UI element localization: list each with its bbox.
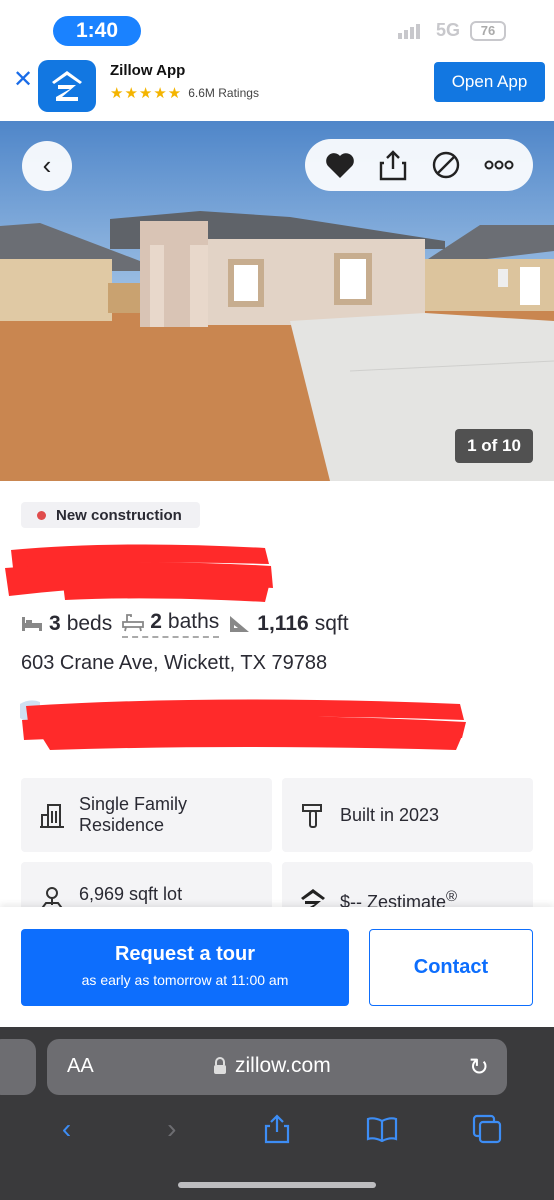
home-facts: 3 beds 2 baths 1,116 sqft bbox=[21, 610, 359, 638]
battery-level: 76 bbox=[480, 23, 496, 38]
back-arrow-icon[interactable]: ‹ bbox=[47, 1109, 87, 1149]
feature-home-type: Single Family Residence bbox=[21, 778, 272, 852]
badge-label: New construction bbox=[56, 506, 182, 524]
sqft-value: 1,116 bbox=[257, 612, 309, 635]
text-size-button[interactable]: AA bbox=[67, 1055, 94, 1078]
contact-button[interactable]: Contact bbox=[369, 929, 533, 1006]
url-bar[interactable]: AA zillow.com ↻ bbox=[47, 1039, 507, 1095]
zillow-logo bbox=[38, 60, 96, 112]
url-text: zillow.com bbox=[235, 1054, 331, 1077]
beds-value: 3 bbox=[49, 612, 61, 635]
feature-lot-size: 6,969 sqft lot bbox=[21, 862, 272, 912]
browser-toolbar: ‹ › bbox=[0, 1107, 554, 1151]
property-address: 603 Crane Ave, Wickett, TX 79788 bbox=[21, 652, 328, 674]
status-badge: New construction bbox=[21, 502, 200, 528]
tour-title: Request a tour bbox=[114, 943, 256, 965]
open-app-button[interactable]: Open App bbox=[434, 62, 545, 102]
star-rating-icon: ★★★★★ bbox=[110, 85, 183, 102]
ratings-count: 6.6M Ratings bbox=[188, 86, 259, 100]
home-indicator[interactable] bbox=[178, 1182, 376, 1188]
tour-subtitle: as early as tomorrow at 11:00 am bbox=[81, 972, 289, 988]
tabs-icon[interactable] bbox=[467, 1109, 507, 1149]
battery-icon: 76 bbox=[470, 21, 506, 41]
feature-label-line2: Residence bbox=[79, 815, 165, 835]
close-icon[interactable]: ✕ bbox=[12, 66, 34, 94]
cta-bar: Request a tour as early as tomorrow at 1… bbox=[0, 907, 554, 1027]
feature-zestimate[interactable]: $-- Zestimate® bbox=[282, 862, 533, 914]
previous-tab[interactable] bbox=[0, 1039, 36, 1095]
bath-icon bbox=[122, 614, 145, 632]
badge-dot bbox=[37, 510, 46, 520]
feature-label: Single Family Residence bbox=[79, 794, 187, 836]
network-label: 5G bbox=[436, 20, 461, 40]
share-icon[interactable] bbox=[257, 1109, 297, 1149]
heart-icon[interactable] bbox=[322, 147, 358, 183]
info-redaction bbox=[20, 699, 466, 750]
sqft-unit: sqft bbox=[314, 612, 349, 635]
listing-photo[interactable]: ‹ 1 of 10 bbox=[0, 121, 554, 481]
feature-label: 6,969 sqft lot bbox=[79, 884, 183, 904]
app-banner: ✕ Zillow App ★★★★★ 6.6M Ratings Open App bbox=[0, 56, 554, 120]
lock-icon bbox=[214, 1057, 226, 1074]
price-redaction bbox=[5, 544, 273, 602]
more-icon[interactable] bbox=[481, 147, 517, 183]
hide-icon[interactable] bbox=[428, 147, 464, 183]
sqft-fact: 1,116 sqft bbox=[229, 612, 349, 636]
app-rating: ★★★★★ 6.6M Ratings bbox=[110, 84, 259, 102]
signal-icon bbox=[398, 24, 420, 39]
feature-year-built: Built in 2023 bbox=[282, 778, 533, 852]
bed-icon bbox=[22, 617, 42, 631]
baths-unit: baths bbox=[167, 610, 220, 633]
share-icon[interactable] bbox=[375, 147, 411, 183]
baths-value: 2 bbox=[150, 610, 162, 633]
request-tour-button[interactable]: Request a tour as early as tomorrow at 1… bbox=[21, 929, 349, 1006]
reload-icon[interactable]: ↻ bbox=[469, 1053, 489, 1082]
beds-fact: 3 beds bbox=[21, 612, 112, 636]
browser-chrome: AA zillow.com ↻ ‹ › bbox=[0, 1027, 554, 1200]
status-time: 1:40 bbox=[53, 16, 141, 46]
feature-label-line1: Single Family bbox=[79, 794, 188, 814]
beds-unit: beds bbox=[66, 612, 113, 635]
building-icon bbox=[37, 800, 67, 830]
app-name: Zillow App bbox=[110, 62, 186, 79]
hammer-icon bbox=[298, 800, 328, 830]
forward-arrow-icon[interactable]: › bbox=[152, 1109, 192, 1149]
feature-label: Built in 2023 bbox=[340, 804, 440, 825]
baths-fact[interactable]: 2 baths bbox=[122, 610, 220, 638]
bookmarks-icon[interactable] bbox=[362, 1109, 402, 1149]
back-button[interactable]: ‹ bbox=[22, 141, 72, 191]
photo-counter: 1 of 10 bbox=[455, 429, 533, 463]
photo-actions bbox=[305, 139, 533, 191]
url-display: zillow.com bbox=[213, 1054, 331, 1078]
status-bar: 1:40 5G 76 bbox=[0, 0, 554, 56]
ruler-icon bbox=[230, 616, 250, 632]
